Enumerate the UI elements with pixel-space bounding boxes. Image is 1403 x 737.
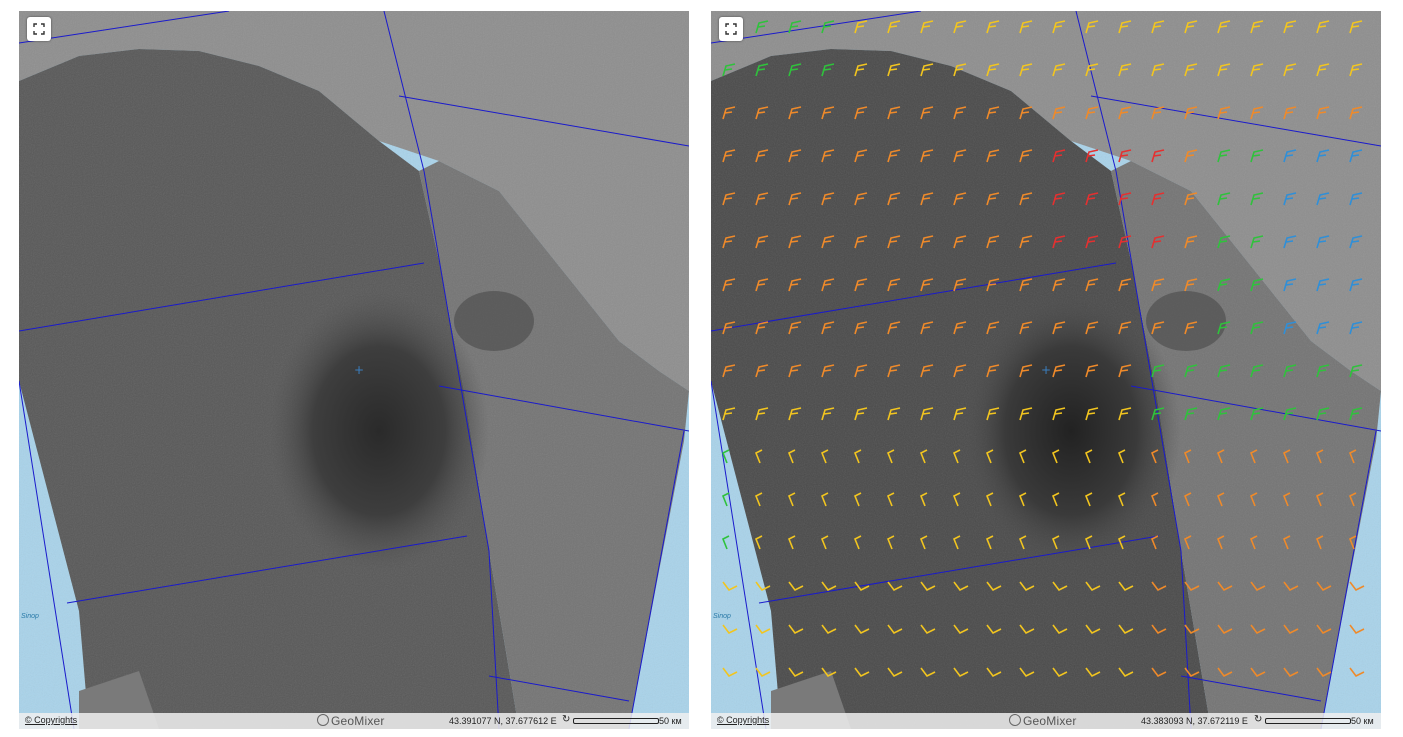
sar-map-right[interactable]: + bbox=[711, 11, 1381, 729]
fullscreen-button[interactable] bbox=[27, 17, 51, 41]
fullscreen-button[interactable] bbox=[719, 17, 743, 41]
refresh-icon[interactable]: ↻ bbox=[1254, 714, 1262, 725]
scale-label: 50 км bbox=[659, 716, 682, 726]
brand-label: GeoMixer bbox=[331, 714, 385, 728]
scale-bar bbox=[573, 718, 659, 724]
coordinates-readout[interactable]: 43.391077 N, 37.677612 E bbox=[449, 716, 557, 726]
cursor-crosshair: + bbox=[1041, 363, 1051, 377]
map-status-bar: © Copyrights GeoMixer 43.383093 N, 37.67… bbox=[711, 713, 1381, 729]
scale-label: 50 км bbox=[1351, 716, 1374, 726]
geomixer-logo-icon bbox=[317, 714, 329, 726]
sar-map-left[interactable]: + bbox=[19, 11, 689, 729]
coordinates-readout[interactable]: 43.383093 N, 37.672119 E bbox=[1141, 716, 1248, 726]
map-status-bar: © Copyrights GeoMixer 43.391077 N, 37.67… bbox=[19, 713, 689, 729]
geomixer-logo: GeoMixer bbox=[1009, 714, 1077, 728]
geomixer-logo-icon bbox=[1009, 714, 1021, 726]
map-panel-left[interactable]: + Sinop © Copyrights GeoMixer 43.391077 … bbox=[19, 11, 689, 729]
place-label: Sinop bbox=[713, 613, 731, 620]
copyrights-link[interactable]: © Copyrights bbox=[717, 715, 769, 725]
expand-icon bbox=[725, 23, 737, 35]
place-label: Sinop bbox=[21, 613, 39, 620]
expand-icon bbox=[33, 23, 45, 35]
brand-label: GeoMixer bbox=[1023, 714, 1077, 728]
scale-bar bbox=[1265, 718, 1351, 724]
copyrights-link[interactable]: © Copyrights bbox=[25, 715, 77, 725]
map-panel-right[interactable]: + Sinop © Copyrights GeoMixer 43.383093 … bbox=[711, 11, 1381, 729]
refresh-icon[interactable]: ↻ bbox=[562, 714, 570, 725]
geomixer-logo: GeoMixer bbox=[317, 714, 385, 728]
cursor-crosshair: + bbox=[354, 363, 364, 377]
